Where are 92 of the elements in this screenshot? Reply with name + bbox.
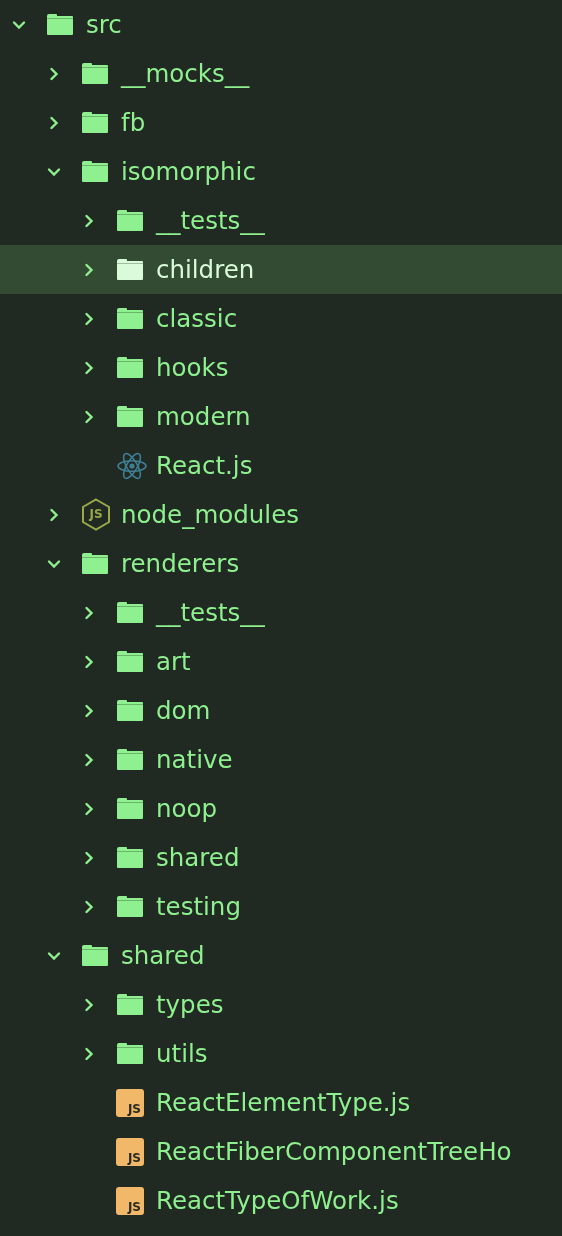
folder-icon [81, 552, 109, 575]
tree-item[interactable]: utils [0, 1029, 562, 1078]
folder-icon [116, 601, 144, 624]
item-label: types [156, 989, 224, 1020]
tree-item[interactable]: art [0, 637, 562, 686]
js-file-icon: JS [116, 1137, 144, 1166]
chevron-right-icon[interactable] [82, 605, 96, 620]
chevron-right-icon[interactable] [82, 703, 96, 718]
folder-icon [46, 13, 74, 36]
tree-item[interactable]: isomorphic [0, 147, 562, 196]
item-label: classic [156, 303, 238, 334]
item-label: fb [121, 107, 146, 138]
tree-item[interactable]: modern [0, 392, 562, 441]
tree-item[interactable]: __tests__ [0, 196, 562, 245]
chevron-right-icon[interactable] [82, 1046, 96, 1061]
tree-item[interactable]: src [0, 0, 562, 49]
folder-icon [116, 650, 144, 673]
item-label: testing [156, 891, 241, 922]
item-label: native [156, 744, 233, 775]
tree-item[interactable]: JS ReactElementType.js [0, 1078, 562, 1127]
tree-item[interactable]: types [0, 980, 562, 1029]
folder-icon [116, 748, 144, 771]
folder-icon [81, 160, 109, 183]
nodejs-icon: JS [81, 498, 111, 531]
tree-item[interactable]: JS ReactFiberComponentTreeHo [0, 1127, 562, 1176]
tree-item[interactable]: renderers [0, 539, 562, 588]
item-label: src [86, 9, 122, 40]
tree-item[interactable]: children [0, 245, 562, 294]
item-label: renderers [121, 548, 240, 579]
item-label: modern [156, 401, 251, 432]
chevron-right-icon[interactable] [82, 850, 96, 865]
item-label: noop [156, 793, 218, 824]
atom-icon [116, 451, 148, 480]
folder-icon [116, 846, 144, 869]
folder-icon [116, 258, 144, 281]
folder-icon [81, 111, 109, 134]
folder-icon [116, 895, 144, 918]
tree-item[interactable]: noop [0, 784, 562, 833]
folder-icon [116, 993, 144, 1016]
chevron-right-icon[interactable] [82, 360, 96, 375]
item-label: __tests__ [156, 205, 265, 236]
chevron-right-icon[interactable] [82, 997, 96, 1012]
tree-item[interactable]: JS node_modules [0, 490, 562, 539]
js-file-icon: JS [116, 1088, 144, 1117]
folder-icon [116, 405, 144, 428]
folder-icon [81, 62, 109, 85]
chevron-right-icon[interactable] [82, 752, 96, 767]
item-label: __mocks__ [121, 58, 250, 89]
tree-item[interactable]: React.js [0, 441, 562, 490]
tree-item[interactable]: hooks [0, 343, 562, 392]
item-label: shared [156, 842, 240, 873]
js-file-icon: JS [116, 1186, 144, 1215]
item-label: ReactTypeOfWork.js [156, 1185, 399, 1216]
folder-icon [116, 1042, 144, 1065]
item-label: ReactElementType.js [156, 1087, 411, 1118]
item-label: shared [121, 940, 205, 971]
item-label: ReactFiberComponentTreeHo [156, 1136, 512, 1167]
item-label: children [156, 254, 255, 285]
item-label: hooks [156, 352, 229, 383]
chevron-right-icon[interactable] [82, 654, 96, 669]
folder-icon [116, 356, 144, 379]
chevron-right-icon[interactable] [82, 213, 96, 228]
chevron-right-icon[interactable] [82, 311, 96, 326]
item-label: __tests__ [156, 597, 265, 628]
tree-item[interactable]: shared [0, 833, 562, 882]
item-label: art [156, 646, 191, 677]
folder-icon [81, 944, 109, 967]
tree-item[interactable]: dom [0, 686, 562, 735]
chevron-right-icon[interactable] [47, 66, 61, 81]
folder-icon [116, 699, 144, 722]
chevron-right-icon[interactable] [82, 899, 96, 914]
tree-item[interactable]: classic [0, 294, 562, 343]
tree-item[interactable]: fb [0, 98, 562, 147]
tree-item[interactable]: __mocks__ [0, 49, 562, 98]
chevron-right-icon[interactable] [47, 115, 61, 130]
chevron-right-icon[interactable] [82, 409, 96, 424]
tree-item[interactable]: __tests__ [0, 588, 562, 637]
tree-item[interactable]: JS ReactTypeOfWork.js [0, 1176, 562, 1225]
tree-item[interactable]: testing [0, 882, 562, 931]
chevron-right-icon[interactable] [82, 262, 96, 277]
item-label: node_modules [121, 499, 299, 530]
item-label: isomorphic [121, 156, 256, 187]
tree-item[interactable]: native [0, 735, 562, 784]
tree-item[interactable]: shared [0, 931, 562, 980]
folder-icon [116, 307, 144, 330]
item-label: utils [156, 1038, 208, 1069]
item-label: dom [156, 695, 211, 726]
chevron-right-icon[interactable] [47, 507, 61, 522]
folder-icon [116, 797, 144, 820]
chevron-right-icon[interactable] [82, 801, 96, 816]
item-label: React.js [156, 450, 253, 481]
folder-icon [116, 209, 144, 232]
